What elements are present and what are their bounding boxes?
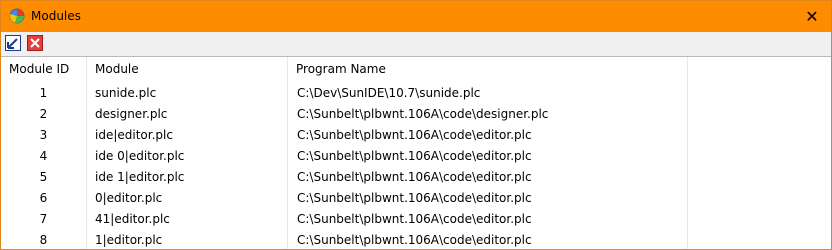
cell-module: sunide.plc bbox=[95, 86, 157, 100]
arrow-down-left-icon[interactable] bbox=[5, 35, 21, 51]
cell-program-name: C:\Sunbelt\plbwnt.106A\code\editor.plc bbox=[297, 212, 532, 226]
modules-list[interactable]: Module ID Module Program Name 1 sunide.pl… bbox=[1, 57, 831, 249]
cell-module: ide 0|editor.plc bbox=[95, 149, 185, 163]
table-row[interactable]: 5 ide 1|editor.plc C:\Sunbelt\plbwnt.106A\… bbox=[1, 167, 831, 188]
cell-program-name: C:\Dev\SunIDE\10.7\sunide.plc bbox=[297, 86, 481, 100]
modules-window: Modules ✕ Module ID Module Program Name … bbox=[0, 0, 832, 250]
table-row[interactable]: 8 1|editor.plc C:\Sunbelt\plbwnt.106A\code… bbox=[1, 230, 831, 249]
cell-module: 41|editor.plc bbox=[95, 212, 170, 226]
table-row[interactable]: 2 designer.plc C:\Sunbelt\plbwnt.106A\code… bbox=[1, 104, 831, 125]
table-row[interactable]: 1 sunide.plc C:\Dev\SunIDE\10.7\sunide.plc bbox=[1, 83, 831, 104]
list-header: Module ID Module Program Name bbox=[1, 57, 831, 82]
cell-program-name: C:\Sunbelt\plbwnt.106A\code\designer.plc bbox=[297, 107, 549, 121]
cell-module-id: 2 bbox=[39, 107, 48, 121]
table-row[interactable]: 6 0|editor.plc C:\Sunbelt\plbwnt.106A\code… bbox=[1, 188, 831, 209]
window-title: Modules bbox=[31, 9, 81, 23]
cell-module: ide 1|editor.plc bbox=[95, 170, 185, 184]
cell-module-id: 6 bbox=[39, 191, 48, 205]
cell-module: designer.plc bbox=[95, 107, 168, 121]
cell-program-name: C:\Sunbelt\plbwnt.106A\code\editor.plc bbox=[297, 191, 532, 205]
column-header-program-name[interactable]: Program Name bbox=[288, 57, 688, 82]
red-x-icon[interactable] bbox=[27, 35, 43, 51]
toolbar bbox=[1, 32, 831, 56]
cell-module-id: 8 bbox=[39, 233, 48, 247]
column-header-module-id[interactable]: Module ID bbox=[1, 57, 86, 82]
table-row[interactable]: 3 ide|editor.plc C:\Sunbelt\plbwnt.106A\co… bbox=[1, 125, 831, 146]
title-bar[interactable]: Modules ✕ bbox=[1, 1, 831, 32]
app-pie-icon bbox=[9, 8, 25, 24]
cell-program-name: C:\Sunbelt\plbwnt.106A\code\editor.plc bbox=[297, 233, 532, 247]
cell-module-id: 3 bbox=[39, 128, 48, 142]
cell-module-id: 1 bbox=[39, 86, 48, 100]
table-row[interactable]: 4 ide 0|editor.plc C:\Sunbelt\plbwnt.106A\… bbox=[1, 146, 831, 167]
cell-module: 0|editor.plc bbox=[95, 191, 163, 205]
cell-module-id: 7 bbox=[39, 212, 48, 226]
cell-program-name: C:\Sunbelt\plbwnt.106A\code\editor.plc bbox=[297, 149, 532, 163]
table-row[interactable]: 7 41|editor.plc C:\Sunbelt\plbwnt.106A\cod… bbox=[1, 209, 831, 230]
column-header-module[interactable]: Module bbox=[87, 57, 287, 82]
cell-module-id: 4 bbox=[39, 149, 48, 163]
cell-module: 1|editor.plc bbox=[95, 233, 163, 247]
cell-program-name: C:\Sunbelt\plbwnt.106A\code\editor.plc bbox=[297, 128, 532, 142]
close-button[interactable]: ✕ bbox=[801, 6, 823, 27]
cell-program-name: C:\Sunbelt\plbwnt.106A\code\editor.plc bbox=[297, 170, 532, 184]
cell-module-id: 5 bbox=[39, 170, 48, 184]
cell-module: ide|editor.plc bbox=[95, 128, 173, 142]
